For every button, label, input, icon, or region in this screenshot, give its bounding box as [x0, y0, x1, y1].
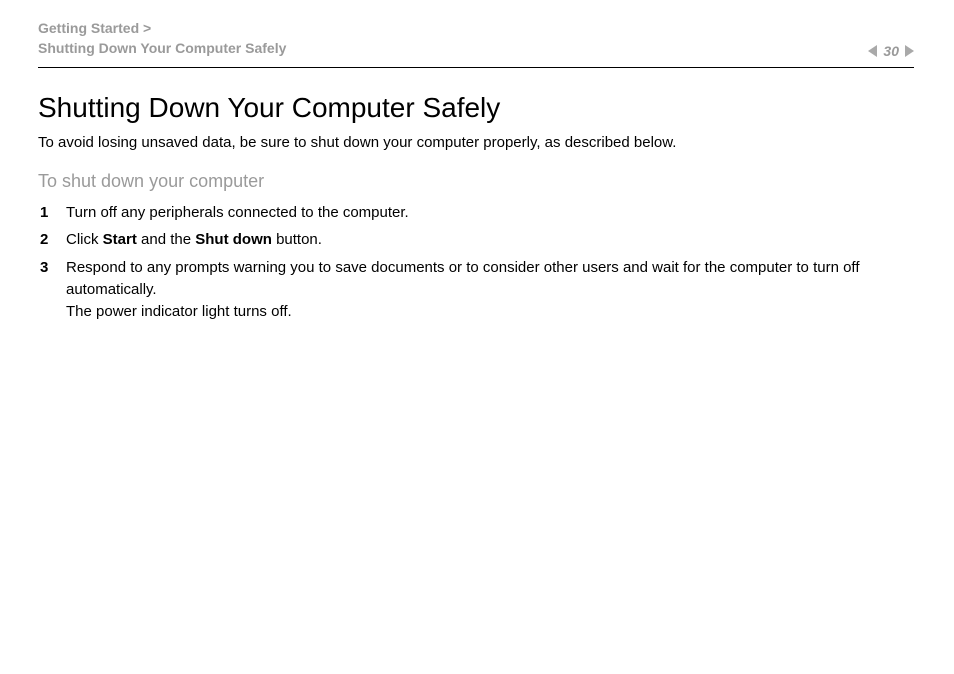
step-item: Turn off any peripherals connected to th…	[40, 202, 914, 224]
breadcrumb: Getting Started > Shutting Down Your Com…	[38, 18, 286, 59]
page-nav: 30	[868, 43, 914, 59]
next-page-icon[interactable]	[905, 45, 914, 57]
page-header: Getting Started > Shutting Down Your Com…	[38, 18, 914, 68]
prev-page-icon[interactable]	[868, 45, 877, 57]
step-body: Click Start and the Shut down button.	[66, 229, 914, 251]
text: The power indicator light turns off.	[66, 303, 292, 320]
text: Respond to any prompts warning you to sa…	[66, 259, 859, 298]
page-number: 30	[883, 43, 899, 59]
page-title: Shutting Down Your Computer Safely	[38, 92, 914, 124]
steps-list: Turn off any peripherals connected to th…	[38, 202, 914, 323]
document-page: Getting Started > Shutting Down Your Com…	[0, 0, 954, 348]
text: Click	[66, 231, 103, 248]
bold-text: Shut down	[195, 231, 272, 248]
step-item: Click Start and the Shut down button.	[40, 229, 914, 251]
step-item: Respond to any prompts warning you to sa…	[40, 257, 914, 322]
bold-text: Start	[103, 231, 137, 248]
text: button.	[272, 231, 322, 248]
breadcrumb-line-1: Getting Started >	[38, 18, 286, 38]
intro-text: To avoid losing unsaved data, be sure to…	[38, 134, 914, 151]
breadcrumb-line-2: Shutting Down Your Computer Safely	[38, 38, 286, 58]
text: and the	[137, 231, 195, 248]
step-body: Turn off any peripherals connected to th…	[66, 202, 914, 224]
section-subhead: To shut down your computer	[38, 171, 914, 192]
text: Turn off any peripherals connected to th…	[66, 204, 409, 221]
step-body: Respond to any prompts warning you to sa…	[66, 257, 914, 322]
